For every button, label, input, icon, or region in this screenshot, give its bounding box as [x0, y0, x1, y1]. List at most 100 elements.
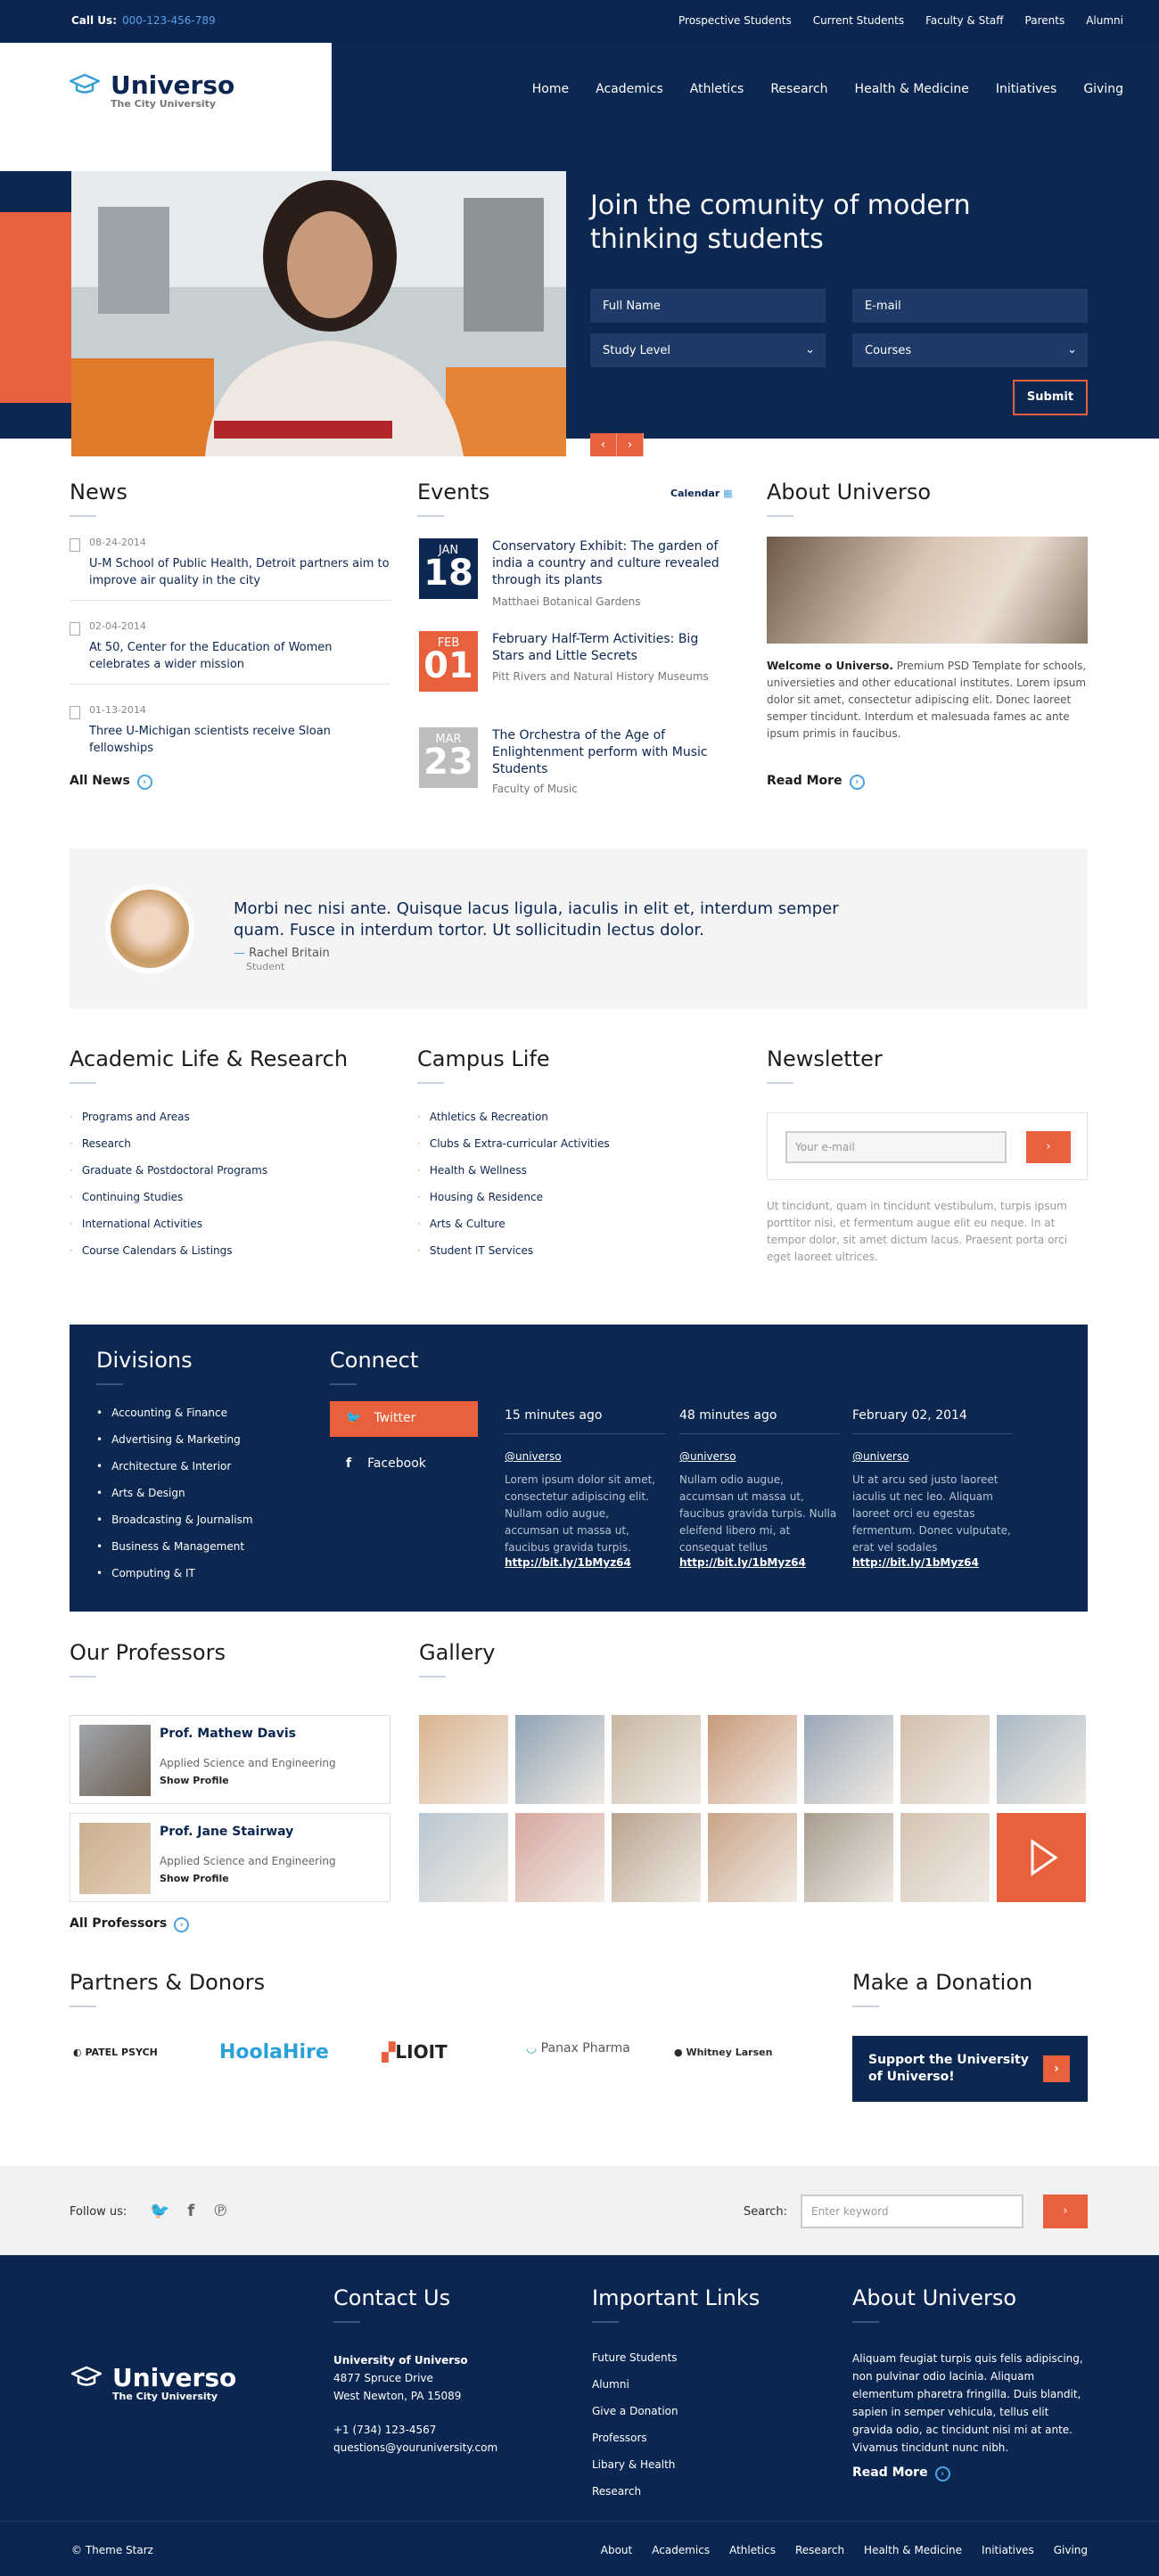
gallery-thumbnail[interactable] [612, 1813, 701, 1902]
next-arrow-icon[interactable]: › [617, 433, 644, 456]
news-item[interactable]: 01-13-2014 Three U-Michigan scientists re… [70, 704, 390, 767]
gallery-thumbnail[interactable] [419, 1813, 508, 1902]
partner-logo[interactable]: ◡ Panax Pharma [526, 2041, 630, 2055]
list-item[interactable]: Research [70, 1137, 267, 1164]
submit-button[interactable]: Submit [1013, 380, 1088, 415]
nav-health-medicine[interactable]: Health & Medicine [855, 82, 969, 96]
twitter-tab[interactable]: 🐦 Twitter [330, 1401, 478, 1437]
list-item[interactable]: Arts & Culture [417, 1218, 610, 1244]
newsletter-email-input[interactable]: Your e-mail [785, 1131, 1007, 1163]
footer-nav-item[interactable]: About [601, 2544, 632, 2556]
email-input[interactable]: E-mail [852, 289, 1088, 323]
event-title[interactable]: Conservatory Exhibit: The garden of indi… [492, 538, 724, 589]
list-item[interactable]: Athletics & Recreation [417, 1111, 610, 1137]
gallery-thumbnail[interactable] [708, 1715, 797, 1804]
professor-name[interactable]: Prof. Mathew Davis [160, 1727, 296, 1741]
phone[interactable]: +1 (734) 123-4567 [333, 2421, 497, 2439]
tweet-link[interactable]: http://bit.ly/1bMyz64 [505, 1556, 665, 1569]
link-parents[interactable]: Parents [1025, 14, 1065, 27]
show-profile-link[interactable]: Show Profile [160, 1873, 229, 1884]
nav-athletics[interactable]: Athletics [690, 82, 744, 96]
donate-button[interactable]: Support the University of Universo! › [852, 2036, 1088, 2102]
facebook-icon[interactable]: f [187, 2202, 194, 2220]
about-read-more-link[interactable]: Read More › [767, 774, 865, 790]
subscribe-arrow-icon[interactable]: › [1026, 1131, 1071, 1163]
list-item[interactable]: Programs and Areas [70, 1111, 267, 1137]
news-headline[interactable]: At 50, Center for the Education of Women… [89, 639, 390, 673]
list-item[interactable]: Accounting & Finance [96, 1407, 253, 1433]
event-title[interactable]: The Orchestra of the Age of Enlightenmen… [492, 727, 724, 778]
list-item[interactable]: International Activities [70, 1218, 267, 1244]
footer-nav-item[interactable]: Initiatives [982, 2544, 1034, 2556]
logo[interactable]: Universo The City University [70, 73, 234, 110]
professor-card[interactable]: Prof. Jane Stairway Applied Science and E… [70, 1813, 390, 1902]
all-news-link[interactable]: All News › [70, 774, 152, 790]
gallery-thumbnail[interactable] [804, 1813, 893, 1902]
gallery-thumbnail[interactable] [515, 1813, 604, 1902]
tweet-link[interactable]: http://bit.ly/1bMyz64 [852, 1556, 1013, 1569]
list-item[interactable]: Arts & Design [96, 1487, 253, 1514]
search-input[interactable]: Enter keyword [801, 2195, 1023, 2228]
link-current-students[interactable]: Current Students [813, 14, 904, 27]
list-item[interactable]: Graduate & Postdoctoral Programs [70, 1164, 267, 1191]
tweet-link[interactable]: http://bit.ly/1bMyz64 [679, 1556, 840, 1569]
twitter-icon[interactable]: 🐦 [150, 2202, 169, 2220]
pinterest-icon[interactable]: ℗ [212, 2202, 228, 2220]
list-item[interactable]: Business & Management [96, 1540, 253, 1567]
event-title[interactable]: February Half-Term Activities: Big Stars… [492, 631, 724, 665]
list-item[interactable]: Housing & Residence [417, 1191, 610, 1218]
gallery-thumbnail[interactable] [804, 1715, 893, 1804]
news-item[interactable]: 02-04-2014 At 50, Center for the Educatio… [70, 620, 390, 685]
footer-link[interactable]: Libary & Health [592, 2458, 678, 2485]
partner-logo[interactable]: ◐ PATEL PSYCH [73, 2047, 158, 2058]
email[interactable]: questions@youruniversity.com [333, 2439, 497, 2457]
nav-academics[interactable]: Academics [596, 82, 663, 96]
show-profile-link[interactable]: Show Profile [160, 1775, 229, 1786]
link-prospective-students[interactable]: Prospective Students [678, 14, 792, 27]
news-headline[interactable]: U-M School of Public Health, Detroit par… [89, 555, 390, 589]
tweet-user[interactable]: @universo [679, 1450, 840, 1463]
news-headline[interactable]: Three U-Michigan scientists receive Sloa… [89, 723, 390, 757]
professor-name[interactable]: Prof. Jane Stairway [160, 1825, 293, 1839]
partner-logo[interactable]: ● Whitney Larsen [674, 2047, 772, 2058]
footer-nav-item[interactable]: Research [795, 2544, 844, 2556]
news-item[interactable]: 08-24-2014 U-M School of Public Health, D… [70, 537, 390, 601]
all-professors-link[interactable]: All Professors › [70, 1916, 190, 1932]
phone-number[interactable]: 000-123-456-789 [122, 14, 216, 27]
nav-initiatives[interactable]: Initiatives [996, 82, 1056, 96]
gallery-thumbnail[interactable] [612, 1715, 701, 1804]
play-video-icon[interactable] [997, 1813, 1086, 1902]
calendar-link[interactable]: Calendar ▦ [670, 488, 733, 499]
list-item[interactable]: Course Calendars & Listings [70, 1244, 267, 1271]
footer-link[interactable]: Give a Donation [592, 2405, 678, 2432]
list-item[interactable]: Health & Wellness [417, 1164, 610, 1191]
list-item[interactable]: Clubs & Extra-curricular Activities [417, 1137, 610, 1164]
prev-arrow-icon[interactable]: ‹ [590, 433, 617, 456]
list-item[interactable]: Continuing Studies [70, 1191, 267, 1218]
gallery-thumbnail[interactable] [997, 1715, 1086, 1804]
gallery-thumbnail[interactable] [708, 1813, 797, 1902]
nav-giving[interactable]: Giving [1083, 82, 1123, 96]
tweet-user[interactable]: @universo [505, 1450, 665, 1463]
gallery-thumbnail[interactable] [515, 1715, 604, 1804]
study-level-select[interactable]: Study Level ⌄ [590, 333, 826, 367]
courses-select[interactable]: Courses ⌄ [852, 333, 1088, 367]
gallery-thumbnail[interactable] [900, 1813, 990, 1902]
footer-nav-item[interactable]: Giving [1054, 2544, 1088, 2556]
facebook-tab[interactable]: f Facebook [346, 1456, 426, 1471]
footer-logo[interactable]: Universo The City University [71, 2366, 236, 2402]
nav-home[interactable]: Home [532, 82, 569, 96]
footer-link[interactable]: Future Students [592, 2351, 678, 2378]
footer-link[interactable]: Research [592, 2485, 678, 2512]
nav-research[interactable]: Research [770, 82, 827, 96]
gallery-thumbnail[interactable] [900, 1715, 990, 1804]
footer-nav-item[interactable]: Athletics [729, 2544, 776, 2556]
list-item[interactable]: Advertising & Marketing [96, 1433, 253, 1460]
search-submit-arrow-icon[interactable]: › [1043, 2195, 1088, 2228]
footer-link[interactable]: Professors [592, 2432, 678, 2458]
gallery-thumbnail[interactable] [419, 1715, 508, 1804]
partner-logo[interactable]: ▞LIOIT [382, 2041, 448, 2063]
footer-read-more-link[interactable]: Read More › [852, 2465, 950, 2482]
footer-nav-item[interactable]: Academics [652, 2544, 710, 2556]
link-alumni[interactable]: Alumni [1086, 14, 1123, 27]
